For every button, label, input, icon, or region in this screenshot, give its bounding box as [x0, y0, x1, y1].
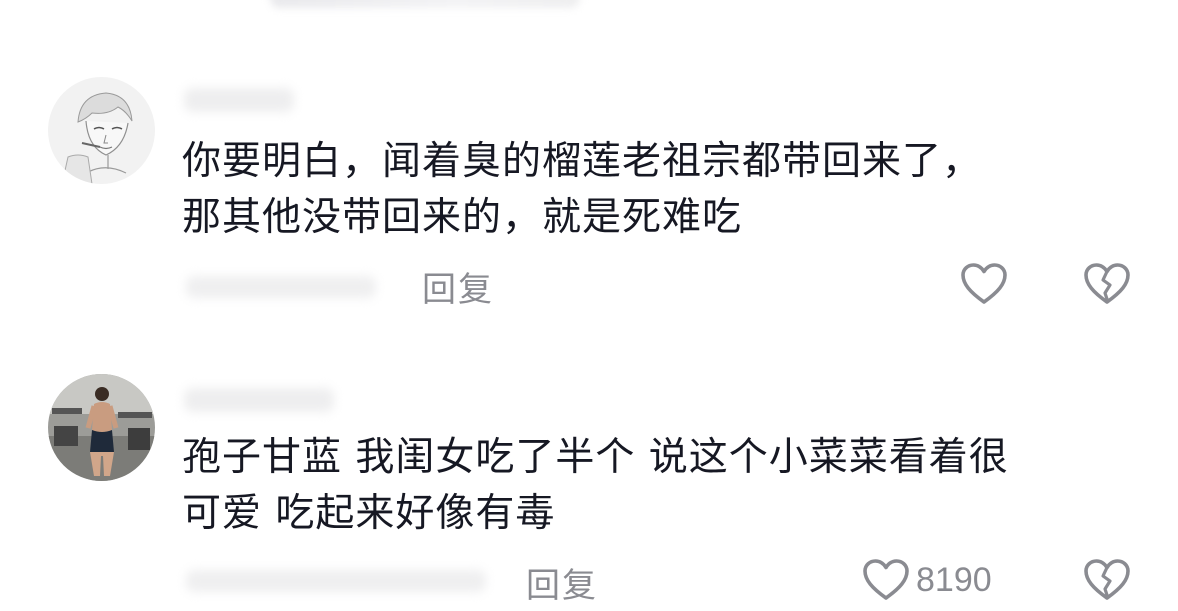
reply-button[interactable]: 回复: [526, 558, 598, 607]
like-button[interactable]: [960, 262, 1008, 306]
comment-text: 孢子甘蓝 我闺女吃了半个 说这个小菜菜看着很 可爱 吃起来好像有毒: [182, 430, 1142, 542]
comment-text-line: 你要明白，闻着臭的榴莲老祖宗都带回来了，: [182, 139, 983, 184]
comment-text-line: 可爱 吃起来好像有毒: [182, 491, 556, 536]
username-blurred: [184, 88, 294, 112]
dislike-button[interactable]: [1083, 558, 1131, 606]
comment-item: 孢子甘蓝 我闺女吃了半个 说这个小菜菜看着很 可爱 吃起来好像有毒 回复 819…: [0, 320, 1178, 611]
like-count: 8190: [916, 560, 992, 599]
broken-heart-icon: [1084, 263, 1130, 304]
comment-item: 你要明白，闻着臭的榴莲老祖宗都带回来了， 那其他没带回来的，就是死难吃 回复: [0, 0, 1178, 320]
username-blurred: [184, 388, 334, 412]
comment-text-line: 那其他没带回来的，就是死难吃: [182, 195, 743, 240]
reply-button[interactable]: 回复: [422, 262, 494, 311]
dislike-button[interactable]: [1083, 262, 1131, 310]
avatar[interactable]: [48, 77, 155, 184]
comment-text-line: 孢子甘蓝 我闺女吃了半个 说这个小菜菜看着很: [182, 435, 1009, 480]
like-button[interactable]: 8190: [862, 558, 992, 602]
heart-outline-icon: [961, 263, 1007, 304]
heart-outline-icon: [863, 559, 909, 600]
broken-heart-icon: [1084, 559, 1130, 600]
comment-text: 你要明白，闻着臭的榴莲老祖宗都带回来了， 那其他没带回来的，就是死难吃: [182, 134, 1142, 246]
timestamp-blurred: [186, 276, 376, 298]
timestamp-blurred: [186, 570, 486, 592]
gym-photo-avatar-icon: [48, 374, 155, 481]
sketch-portrait-avatar-icon: [48, 77, 155, 184]
avatar[interactable]: [48, 374, 155, 481]
